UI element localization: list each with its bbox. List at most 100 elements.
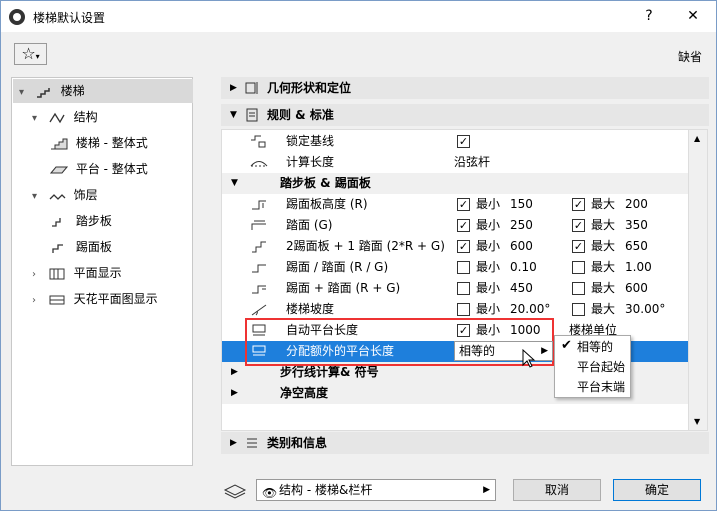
min-checkbox[interactable] [457, 261, 470, 274]
chevron-down-icon[interactable]: ▼ [230, 104, 237, 126]
tree-item-structure[interactable]: ▾ 结构 [32, 105, 98, 129]
favorites-button[interactable]: ☆▾ [14, 43, 47, 65]
tree-item-label: 天花平面图显示 [73, 292, 158, 306]
row-limit[interactable]: 踢面 / 踏面 (R / G) 最小 0.10 最大 1.00 [222, 257, 688, 278]
dropdown-option[interactable]: 相等的 [577, 337, 613, 357]
max-checkbox[interactable]: ✓ [572, 219, 585, 232]
max-checkbox[interactable] [572, 261, 585, 274]
subsection-title: 步行线计算& 符号 [280, 365, 379, 379]
tree-item-finish[interactable]: ▾ 饰层 [32, 183, 98, 207]
lock-baseline-checkbox[interactable]: ✓ [457, 135, 470, 148]
scroll-up-icon[interactable]: ▲ [694, 134, 700, 143]
chevron-right-icon[interactable]: ▶ [230, 432, 237, 454]
help-button[interactable]: ? [627, 1, 671, 32]
tree-item-riser[interactable]: 踢面板 [50, 235, 112, 259]
row-name: 踢面 + 踏面 (R + G) [286, 281, 401, 295]
section-rules[interactable]: ▼ 规则 & 标准 [221, 104, 709, 126]
min-value[interactable]: 20.00° [510, 299, 550, 320]
max-value[interactable]: 650 [625, 236, 648, 257]
layer-select[interactable]: 👁 结构 - 楼梯&栏杆 ▶ [256, 479, 496, 501]
max-value[interactable]: 1.00 [625, 257, 652, 278]
row-limit[interactable]: 踢面板高度 (R) ✓ 最小 150 ✓ 最大 200 [222, 194, 688, 215]
min-checkbox[interactable]: ✓ [457, 324, 470, 337]
app-icon [9, 9, 25, 25]
max-value[interactable]: 350 [625, 215, 648, 236]
row-calc-length[interactable]: 计算长度 沿弦杆 [222, 152, 688, 173]
geometry-icon [245, 81, 259, 95]
tree-item-label: 平面显示 [73, 266, 122, 280]
row-name: 锁定基线 [286, 134, 335, 148]
title-bar: 楼梯默认设置 ? ✕ [1, 1, 716, 32]
min-value[interactable]: 1000 [510, 320, 541, 341]
tree-item-label: 踢面板 [75, 240, 112, 254]
max-checkbox[interactable] [572, 303, 585, 316]
row-limit[interactable]: 踢面 + 踏面 (R + G) 最小 450 最大 600 [222, 278, 688, 299]
min-value[interactable]: 150 [510, 194, 533, 215]
section-geometry[interactable]: ▶ 几何形状和定位 [221, 77, 709, 99]
extra-landing-combo[interactable]: 相等的 ▶ [454, 341, 553, 361]
chevron-down-icon[interactable]: ▾ [32, 107, 44, 131]
chevron-right-icon[interactable]: › [32, 289, 44, 313]
tree-item-tread[interactable]: 踏步板 [50, 209, 112, 233]
cancel-button[interactable]: 取消 [513, 479, 601, 501]
dropdown-option[interactable]: 平台起始 [577, 357, 625, 377]
min-checkbox[interactable]: ✓ [457, 240, 470, 253]
ratio-icon [250, 260, 268, 275]
chevron-down-icon[interactable]: ▾ [32, 185, 44, 209]
tree-item-stair[interactable]: ▾ 楼梯 [13, 79, 193, 103]
row-name: 2踢面板 + 1 踏面 (2*R + G) [286, 239, 445, 253]
min-label: 最小 [476, 239, 501, 253]
finish-icon [48, 189, 66, 203]
tree-item-stair-monolithic[interactable]: 楼梯 - 整体式 [50, 131, 148, 155]
ok-button[interactable]: 确定 [613, 479, 701, 501]
chevron-right-icon: ▶ [541, 346, 548, 356]
min-label: 最小 [476, 218, 501, 232]
min-value[interactable]: 450 [510, 278, 533, 299]
close-button[interactable]: ✕ [671, 1, 715, 32]
min-value[interactable]: 250 [510, 215, 533, 236]
vertical-scrollbar[interactable]: ▲ ▼ [688, 129, 708, 431]
row-limit[interactable]: 2踢面板 + 1 踏面 (2*R + G) ✓ 最小 600 ✓ 最大 650 [222, 236, 688, 257]
min-label: 最小 [476, 281, 501, 295]
layer-icon [223, 481, 247, 499]
row-lock-baseline[interactable]: 锁定基线 ✓ [222, 131, 688, 152]
max-value[interactable]: 200 [625, 194, 648, 215]
min-value[interactable]: 0.10 [510, 257, 537, 278]
section-classification[interactable]: ▶ 类别和信息 [221, 432, 709, 454]
tree-item-landing-monolithic[interactable]: 平台 - 整体式 [50, 157, 148, 181]
default-label: 缺省 [677, 50, 702, 64]
settings-tree: ▾ 楼梯 ▾ 结构 楼梯 - 整体式 平台 - 整体式 ▾ 饰层 踏步板 踢面板… [11, 77, 193, 466]
tree-item-ceiling-plan[interactable]: › 天花平面图显示 [32, 287, 158, 311]
max-checkbox[interactable]: ✓ [572, 198, 585, 211]
max-value[interactable]: 600 [625, 278, 648, 299]
subsection-tread-riser[interactable]: ▼ 踏步板 & 踢面板 [222, 173, 688, 194]
sum-icon [250, 281, 268, 296]
max-value[interactable]: 30.00° [625, 299, 665, 320]
min-checkbox[interactable]: ✓ [457, 198, 470, 211]
scroll-down-icon[interactable]: ▼ [694, 417, 700, 426]
max-checkbox[interactable] [572, 282, 585, 295]
chevron-right-icon[interactable]: ▶ [231, 383, 238, 404]
max-checkbox[interactable]: ✓ [572, 240, 585, 253]
ceiling-plan-icon [48, 293, 66, 307]
tree-item-floor-plan[interactable]: › 平面显示 [32, 261, 122, 285]
lock-baseline-icon [250, 134, 268, 149]
chevron-right-icon[interactable]: ▶ [230, 77, 237, 99]
dropdown-option[interactable]: 平台末端 [577, 377, 625, 397]
chevron-right-icon[interactable]: › [32, 263, 44, 287]
min-checkbox[interactable] [457, 282, 470, 295]
landing-monolithic-icon [50, 163, 68, 177]
chevron-down-icon[interactable]: ▼ [231, 173, 238, 194]
chevron-down-icon[interactable]: ▾ [19, 81, 31, 105]
calc-length-value[interactable]: 沿弦杆 [454, 152, 490, 173]
min-checkbox[interactable]: ✓ [457, 219, 470, 232]
row-limit[interactable]: 踏面 (G) ✓ 最小 250 ✓ 最大 350 [222, 215, 688, 236]
min-checkbox[interactable] [457, 303, 470, 316]
footer: 👁 结构 - 楼梯&栏杆 ▶ 取消 确定 [1, 467, 716, 511]
layer-value: 结构 - 楼梯&栏杆 [279, 483, 373, 497]
min-value[interactable]: 600 [510, 236, 533, 257]
checkmark-icon: ✔ [561, 338, 572, 353]
min-label: 最小 [476, 302, 501, 316]
chevron-right-icon[interactable]: ▶ [231, 362, 238, 383]
row-limit[interactable]: 楼梯坡度 最小 20.00° 最大 30.00° [222, 299, 688, 320]
